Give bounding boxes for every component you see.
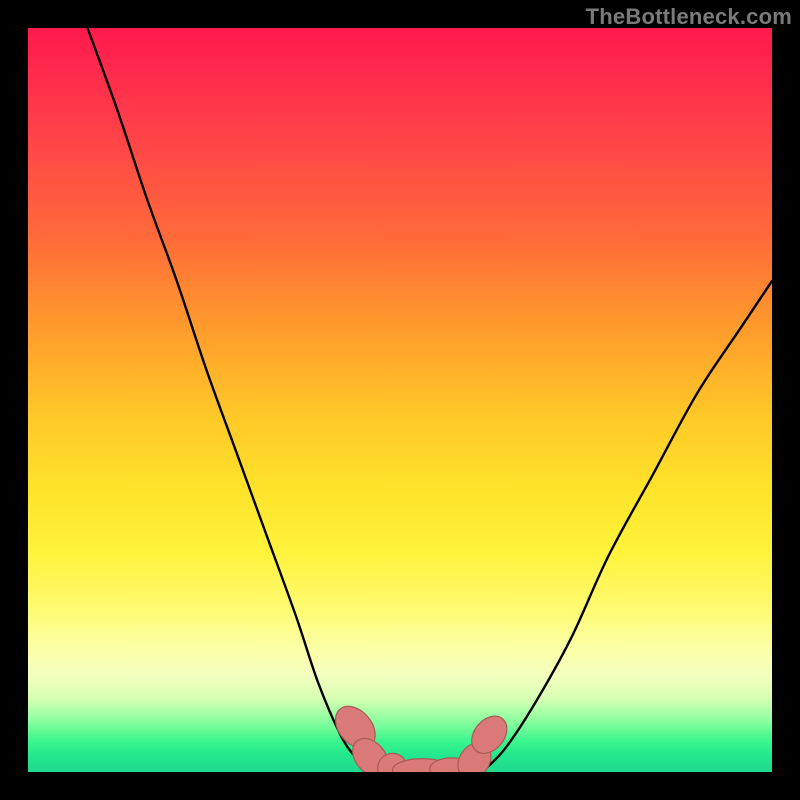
curve-svg: [28, 28, 772, 772]
curve-line: [88, 28, 772, 772]
valley-markers: [328, 699, 515, 772]
plot-area: [28, 28, 772, 772]
watermark-label: TheBottleneck.com: [586, 4, 792, 30]
outer-frame: TheBottleneck.com: [0, 0, 800, 800]
